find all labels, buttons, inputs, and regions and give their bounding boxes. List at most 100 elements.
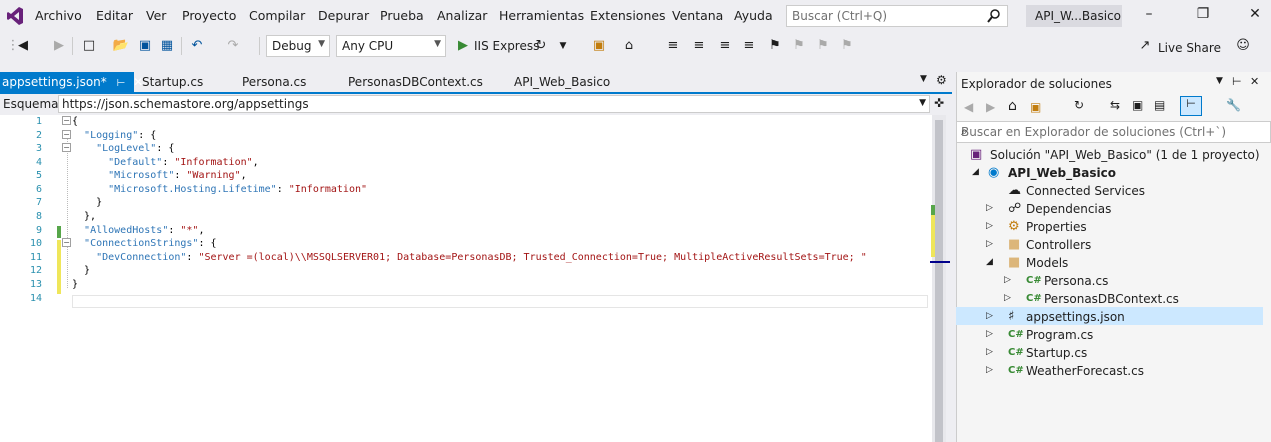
close-window-icon[interactable]: ✕ xyxy=(1240,6,1270,26)
collapsed-arrow-icon[interactable]: ▷ xyxy=(986,347,993,357)
forward-icon[interactable]: ▶ xyxy=(986,100,995,114)
tree-item[interactable]: Solución "API_Web_Basico" (1 de 1 proyec… xyxy=(990,148,1260,166)
menu-extensiones[interactable]: Extensiones xyxy=(590,8,666,23)
next-bookmark-icon[interactable]: ⚑ xyxy=(814,37,832,55)
menu-prueba[interactable]: Prueba xyxy=(380,8,424,23)
close-icon[interactable]: ✕ xyxy=(1250,75,1259,88)
properties-icon: ⚙ xyxy=(1008,219,1020,234)
open-folder-icon[interactable]: 📂 xyxy=(112,37,130,55)
quick-search-input[interactable]: Buscar (Ctrl+Q) xyxy=(786,5,1008,27)
pin-icon[interactable]: ⊢ xyxy=(1232,75,1242,88)
tree-item[interactable]: Program.cs xyxy=(1026,328,1093,346)
back-icon[interactable]: ◀ xyxy=(14,37,32,55)
properties-wrench-icon[interactable]: 🔧 xyxy=(1226,98,1241,112)
menu-ventana[interactable]: Ventana xyxy=(672,8,723,23)
tree-item[interactable]: PersonasDBContext.cs xyxy=(1044,292,1179,310)
maximize-icon[interactable]: ❐ xyxy=(1188,6,1218,26)
tree-item[interactable]: Properties xyxy=(1026,220,1087,238)
collapsed-arrow-icon[interactable]: ▷ xyxy=(986,221,993,231)
play-icon[interactable]: ▶ xyxy=(454,37,472,55)
forward-icon[interactable]: ▶ xyxy=(50,37,68,55)
menu-analizar[interactable]: Analizar xyxy=(437,8,487,23)
undo-icon[interactable]: ↶ xyxy=(188,37,206,55)
tree-item[interactable]: API_Web_Basico xyxy=(1008,166,1116,184)
collapse-icon[interactable]: − xyxy=(62,116,71,125)
bookmark-icon[interactable]: ⚑ xyxy=(766,37,784,55)
collapsed-arrow-icon[interactable]: ▷ xyxy=(986,311,993,321)
tab-appsettings[interactable]: appsettings.json* ⊢ ✕ xyxy=(0,72,143,93)
minimize-icon[interactable]: – xyxy=(1134,6,1164,26)
home-icon[interactable]: ⌂ xyxy=(620,37,638,55)
refresh-icon[interactable]: ↻ xyxy=(532,37,550,55)
comment-icon[interactable]: ≡ xyxy=(664,37,682,55)
new-project-icon[interactable]: □ xyxy=(80,37,98,55)
menu-ver[interactable]: Ver xyxy=(146,8,166,23)
collapse-all-icon[interactable]: ▣ xyxy=(1132,98,1143,112)
tree-item[interactable]: Startup.cs xyxy=(1026,346,1087,364)
menu-archivo[interactable]: Archivo xyxy=(35,8,82,23)
collapse-icon[interactable]: − xyxy=(62,238,71,247)
tree-item[interactable]: Controllers xyxy=(1026,238,1091,256)
solution-search-input[interactable]: Buscar en Explorador de soluciones (Ctrl… xyxy=(956,121,1271,143)
tab-persona[interactable]: Persona.cs xyxy=(242,72,306,93)
tab-startup[interactable]: Startup.cs xyxy=(142,72,203,93)
prev-bookmark-icon[interactable]: ⚑ xyxy=(790,37,808,55)
switch-views-icon[interactable]: ▣ xyxy=(1030,100,1041,114)
tab-api-web-basico[interactable]: API_Web_Basico xyxy=(514,72,610,93)
live-share-icon[interactable]: ↗ xyxy=(1136,37,1154,55)
browser-link-icon[interactable]: ▣ xyxy=(590,37,608,55)
tab-overflow-icon[interactable]: ▼ xyxy=(920,74,927,84)
menu-proyecto[interactable]: Proyecto xyxy=(182,8,236,23)
sync-icon[interactable]: ⇆ xyxy=(1110,98,1120,112)
menu-editar[interactable]: Editar xyxy=(96,8,133,23)
split-icon[interactable]: ✜ xyxy=(934,96,944,110)
csharp-file-icon: C# xyxy=(1008,329,1024,340)
scrollbar-thumb[interactable] xyxy=(935,120,943,442)
menu-compilar[interactable]: Compilar xyxy=(249,8,305,23)
history-icon[interactable]: ↻ xyxy=(1074,98,1084,112)
back-icon[interactable]: ◀ xyxy=(964,100,973,114)
platform-dropdown[interactable]: Any CPU ▼ xyxy=(336,35,446,57)
schema-url-field[interactable]: https://json.schemastore.org/appsettings… xyxy=(58,95,930,113)
tree-item[interactable]: Persona.cs xyxy=(1044,274,1108,292)
show-all-files-icon[interactable]: ▤ xyxy=(1154,98,1165,112)
tree-item[interactable]: Connected Services xyxy=(1026,184,1145,202)
indent-icon[interactable]: ≡ xyxy=(716,37,734,55)
uncomment-icon[interactable]: ≡ xyxy=(690,37,708,55)
outdent-icon[interactable]: ≡ xyxy=(740,37,758,55)
collapse-icon[interactable]: − xyxy=(62,143,71,152)
feedback-icon[interactable]: ☺ xyxy=(1234,37,1252,55)
tree-item[interactable]: appsettings.json xyxy=(1026,310,1125,328)
collapsed-arrow-icon[interactable]: ▷ xyxy=(986,203,993,213)
save-icon[interactable]: ▣ xyxy=(136,37,154,55)
preview-toggle-icon[interactable]: ⊢ xyxy=(1180,96,1202,116)
configuration-dropdown[interactable]: Debug ▼ xyxy=(266,35,330,57)
collapse-icon[interactable]: − xyxy=(62,130,71,139)
tree-item[interactable]: Dependencias xyxy=(1026,202,1111,220)
save-all-icon[interactable]: ▦ xyxy=(158,37,176,55)
menu-depurar[interactable]: Depurar xyxy=(318,8,369,23)
expanded-arrow-icon[interactable]: ◢ xyxy=(986,257,993,267)
home-icon[interactable]: ⌂ xyxy=(1008,98,1017,114)
redo-icon[interactable]: ↷ xyxy=(224,37,242,55)
collapsed-arrow-icon[interactable]: ▷ xyxy=(1004,275,1011,285)
pin-icon[interactable]: ⊢ xyxy=(117,78,126,89)
tree-item[interactable]: Models xyxy=(1026,256,1068,274)
settings-gear-icon[interactable]: ⚙ xyxy=(936,73,947,87)
live-share-button[interactable]: Live Share xyxy=(1158,41,1221,55)
collapsed-arrow-icon[interactable]: ▷ xyxy=(1004,293,1011,303)
chevron-down-icon[interactable]: ▼ xyxy=(1216,76,1223,86)
run-button-label[interactable]: IIS Express xyxy=(474,39,539,53)
menu-herramientas[interactable]: Herramientas xyxy=(499,8,584,23)
collapsed-arrow-icon[interactable]: ▷ xyxy=(986,365,993,375)
chevron-down-icon[interactable]: ▼ xyxy=(554,37,572,55)
toolbar-separator xyxy=(72,37,73,55)
expanded-arrow-icon[interactable]: ◢ xyxy=(972,167,979,177)
collapsed-arrow-icon[interactable]: ▷ xyxy=(986,239,993,249)
collapsed-arrow-icon[interactable]: ▷ xyxy=(986,329,993,339)
code-line: "Microsoft": "Warning", xyxy=(108,170,247,181)
tab-personasdbcontext[interactable]: PersonasDBContext.cs xyxy=(348,72,483,93)
clear-bookmarks-icon[interactable]: ⚑ xyxy=(838,37,856,55)
menu-ayuda[interactable]: Ayuda xyxy=(734,8,773,23)
tree-item[interactable]: WeatherForecast.cs xyxy=(1026,364,1144,382)
